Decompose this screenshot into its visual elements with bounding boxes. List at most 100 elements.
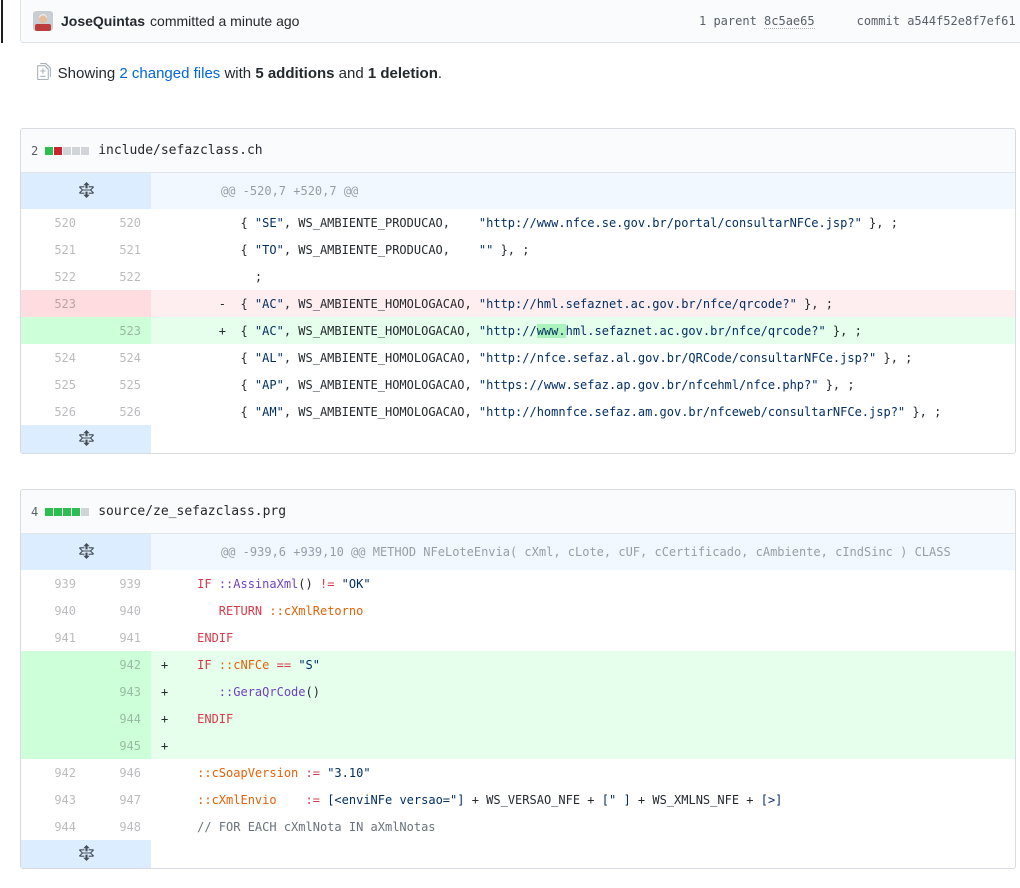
diff-line-context: 940940 RETURN ::cXmlRetorno (21, 597, 1015, 624)
new-line-number[interactable]: 940 (86, 597, 151, 624)
commit-author[interactable]: JoseQuintas (61, 13, 145, 29)
clipped-timeline-bar (1, 0, 3, 43)
old-line-number[interactable]: 521 (21, 236, 86, 263)
new-line-number[interactable]: 520 (86, 209, 151, 236)
new-line-number[interactable]: 524 (86, 344, 151, 371)
new-line-number[interactable]: 943 (86, 678, 151, 705)
code-line: // FOR EACH cXmlNota IN aXmlNotas (151, 813, 1015, 840)
commit-sha: a544f52e8f7ef61 (907, 14, 1015, 28)
new-line-number[interactable]: 941 (86, 624, 151, 651)
old-line-number[interactable]: 942 (21, 759, 86, 786)
old-line-number[interactable]: 523 (21, 290, 86, 317)
diffstat-block-neutral (63, 147, 71, 155)
file-diff-header: 2 include/sefazclass.ch (21, 129, 1015, 173)
diffstat (45, 147, 90, 155)
new-line-number[interactable]: 947 (86, 786, 151, 813)
new-line-number[interactable]: 939 (86, 570, 151, 597)
old-line-number[interactable] (21, 678, 86, 705)
file-diff: 4source/ze_sefazclass.prg@@ -939,6 +939,… (20, 489, 1016, 869)
old-line-number[interactable]: 939 (21, 570, 86, 597)
code-line: ::cSoapVersion := "3.10" (151, 759, 1015, 786)
file-diff-icon (20, 46, 51, 101)
diffstat-block-neutral (72, 147, 80, 155)
diffstat-block-add (54, 508, 62, 516)
code-line: { "AM", WS_AMBIENTE_HOMOLOGACAO, "http:/… (151, 398, 1015, 425)
file-changes-count: 2 (31, 144, 38, 158)
commit-sha-group: commit a544f52e8f7ef61 (857, 14, 1016, 28)
old-line-number[interactable]: 524 (21, 344, 86, 371)
expand-diff-button[interactable] (21, 840, 151, 868)
diff-line-context: 525525 { "AP", WS_AMBIENTE_HOMOLOGACAO, … (21, 371, 1015, 398)
changed-files-link[interactable]: 2 changed files (119, 65, 220, 82)
file-name[interactable]: source/ze_sefazclass.prg (98, 504, 286, 519)
code-line: + ENDIF (151, 705, 1015, 732)
old-line-number[interactable]: 520 (21, 209, 86, 236)
unfold-icon (79, 430, 94, 447)
diff-line-add: 945+ (21, 732, 1015, 759)
old-line-number[interactable] (21, 317, 86, 344)
new-line-number[interactable]: 525 (86, 371, 151, 398)
deletions-count: 1 deletion (368, 65, 438, 82)
diff-files-container: 2 include/sefazclass.ch @@ -520,7 +520,7 @… (0, 128, 1020, 869)
old-line-number[interactable] (21, 651, 86, 678)
expander-spacer (151, 425, 1015, 453)
summary-period: . (438, 65, 442, 82)
diffstat-block-neutral (81, 508, 89, 516)
diff-line-add: 943+ ::GeraQrCode() (21, 678, 1015, 705)
commit-header: JoseQuintas committed a minute ago 1 par… (20, 0, 1020, 43)
new-line-number[interactable]: 946 (86, 759, 151, 786)
old-line-number[interactable]: 522 (21, 263, 86, 290)
old-line-number[interactable]: 526 (21, 398, 86, 425)
commit-label: commit (857, 14, 908, 28)
old-line-number[interactable]: 944 (21, 813, 86, 840)
parent-label: 1 parent (699, 14, 764, 28)
new-line-number[interactable]: 945 (86, 732, 151, 759)
summary-prefix: Showing (58, 65, 120, 82)
old-line-number[interactable]: 940 (21, 597, 86, 624)
expander-row (21, 840, 1015, 868)
old-line-number[interactable]: 525 (21, 371, 86, 398)
parent-sha-link[interactable]: 8c5ae65 (764, 14, 815, 29)
old-line-number[interactable] (21, 705, 86, 732)
diff-line-del: 523 - { "AC", WS_AMBIENTE_HOMOLOGACAO, "… (21, 290, 1015, 317)
diff-line-context: 942946 ::cSoapVersion := "3.10" (21, 759, 1015, 786)
expand-diff-button[interactable] (21, 534, 151, 570)
new-line-number[interactable]: 523 (86, 317, 151, 344)
user-avatar[interactable] (33, 11, 53, 31)
diff-line-context: 941941 ENDIF (21, 624, 1015, 651)
diff-line-context: 522522 ; (21, 263, 1015, 290)
avatar-image (33, 11, 53, 31)
diffstat-block-add (72, 508, 80, 516)
new-line-number[interactable]: 521 (86, 236, 151, 263)
new-line-number[interactable] (86, 290, 151, 317)
expand-diff-button[interactable] (21, 425, 151, 453)
new-line-number[interactable]: 522 (86, 263, 151, 290)
additions-count: 5 additions (255, 65, 334, 82)
diff-line-add: 944+ ENDIF (21, 705, 1015, 732)
new-line-number[interactable]: 942 (86, 651, 151, 678)
old-line-number[interactable]: 941 (21, 624, 86, 651)
code-line: ENDIF (151, 624, 1015, 651)
new-line-number[interactable]: 944 (86, 705, 151, 732)
code-line: { "TO", WS_AMBIENTE_PRODUCAO, "" }, ; (151, 236, 1015, 263)
diff-table: @@ -520,7 +520,7 @@520520 { "SE", WS_AMB… (21, 173, 1015, 453)
code-line: { "SE", WS_AMBIENTE_PRODUCAO, "http://ww… (151, 209, 1015, 236)
old-line-number[interactable] (21, 732, 86, 759)
hunk-header: @@ -520,7 +520,7 @@ (151, 173, 1015, 209)
diff-line-context: 526526 { "AM", WS_AMBIENTE_HOMOLOGACAO, … (21, 398, 1015, 425)
file-name[interactable]: include/sefazclass.ch (98, 143, 262, 158)
file-diff-header: 4source/ze_sefazclass.prg (21, 490, 1015, 534)
diff-line-context: 943947 ::cXmlEnvio := [<enviNFe versao="… (21, 786, 1015, 813)
summary-with: with (220, 65, 255, 82)
diff-line-context: 524524 { "AL", WS_AMBIENTE_HOMOLOGACAO, … (21, 344, 1015, 371)
expander-spacer (151, 840, 1015, 868)
diffstat-block-neutral (81, 147, 89, 155)
code-line: + { "AC", WS_AMBIENTE_HOMOLOGACAO, "http… (151, 317, 1015, 344)
code-line: RETURN ::cXmlRetorno (151, 597, 1015, 624)
expand-diff-button[interactable] (21, 173, 151, 209)
new-line-number[interactable]: 948 (86, 813, 151, 840)
commit-action-text: committed a minute ago (150, 13, 299, 29)
new-line-number[interactable]: 526 (86, 398, 151, 425)
expander-row (21, 425, 1015, 453)
old-line-number[interactable]: 943 (21, 786, 86, 813)
